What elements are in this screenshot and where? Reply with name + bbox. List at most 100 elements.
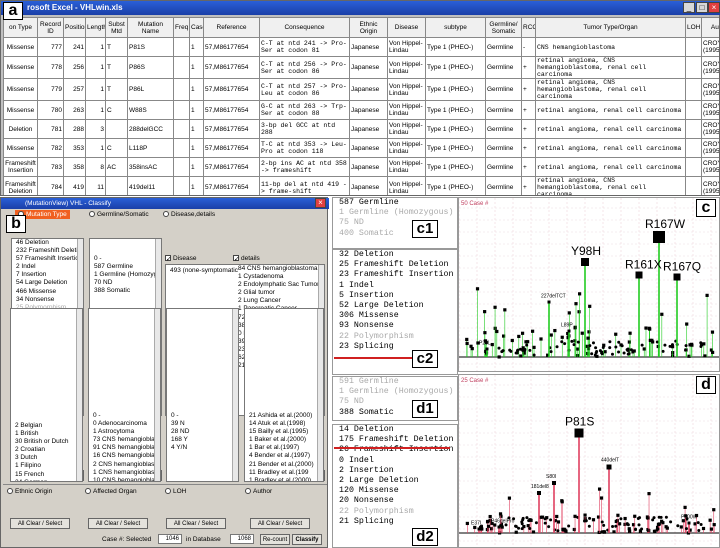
list-item[interactable]: 3 Dutch: [13, 454, 82, 462]
table-cell[interactable]: 2-bp ins AC at ntd 358 -> frameshift: [259, 157, 350, 177]
list-c1[interactable]: 587 Germline 1 Germline (Homozygous) 75 ND…: [332, 197, 458, 249]
table-cell[interactable]: CROYHLJ (1995): [701, 100, 719, 120]
table-cell[interactable]: Germline: [485, 37, 522, 57]
list-item[interactable]: 0 -: [92, 255, 161, 263]
table-cell[interactable]: CROYHLJ (1995): [701, 119, 719, 139]
list-item[interactable]: 120 Missense: [336, 486, 457, 496]
table-cell[interactable]: G-C at ntd 263 -> Trp-Ser at codon 88: [259, 100, 350, 120]
column-header[interactable]: Freq: [173, 17, 190, 38]
column-header[interactable]: LOH: [685, 17, 702, 38]
list-item[interactable]: 7 Insertion: [14, 271, 83, 279]
table-cell[interactable]: 419: [63, 176, 86, 195]
excel-titlebar[interactable]: rosoft Excel - VHLwin.xls: [1, 1, 720, 15]
list-item[interactable]: 54 Large Deletion: [14, 279, 83, 287]
table-cell[interactable]: [685, 78, 702, 101]
table-cell[interactable]: [173, 100, 190, 120]
list-item[interactable]: 2 Croatian: [13, 446, 82, 454]
table-cell[interactable]: [173, 119, 190, 139]
table-cell[interactable]: Japanese: [349, 119, 388, 139]
tab-author[interactable]: Author: [245, 487, 272, 496]
table-cell[interactable]: [173, 78, 190, 101]
list-item[interactable]: 1 Cystadenoma: [236, 273, 322, 281]
column-header[interactable]: Length: [85, 17, 106, 38]
list-item[interactable]: 14 Atuk et al.(1998): [247, 420, 323, 428]
list-item[interactable]: 73 CNS hemangioblast: [91, 436, 160, 444]
table-cell[interactable]: +: [521, 100, 536, 120]
table-cell[interactable]: 1: [85, 78, 106, 101]
table-cell[interactable]: CNS hemangioblastoma: [535, 37, 686, 57]
table-cell[interactable]: CROYHLJ (1995): [701, 56, 719, 79]
table-cell[interactable]: Type 1 (PHEO-): [425, 56, 486, 79]
table-cell[interactable]: 358insAC: [127, 157, 174, 177]
list-item[interactable]: 175 Frameshift Deletion: [336, 435, 457, 445]
list-item[interactable]: 232 Frameshift Deletion: [14, 247, 83, 255]
table-cell[interactable]: 358: [63, 157, 86, 177]
table-cell[interactable]: 57,M86177654: [203, 157, 260, 177]
table-row[interactable]: Deletion 781 288 3 288delGCC 1 57,M86177654 3-b…: [3, 119, 719, 139]
list-item[interactable]: 30 British or Dutch: [13, 438, 82, 446]
recount-button[interactable]: Re-count: [260, 534, 290, 545]
list-d2[interactable]: 14 Deletion 175 Frameshift Deletion 26 Fra…: [332, 424, 458, 548]
list-item[interactable]: 21 Bender et al.(2000): [247, 461, 323, 469]
clear-select-ethnic[interactable]: All Clear / Select: [10, 518, 70, 529]
classify-titlebar[interactable]: (MutationView) VHL - Classify: [1, 198, 329, 209]
table-cell[interactable]: retinal angioma, renal cell carcinoma: [535, 138, 686, 158]
table-cell[interactable]: +: [521, 138, 536, 158]
table-cell[interactable]: C: [105, 138, 128, 158]
table-cell[interactable]: Japanese: [349, 78, 388, 101]
list-item[interactable]: 70 ND: [92, 279, 161, 287]
table-cell[interactable]: P81S: [127, 37, 174, 57]
table-cell[interactable]: CROYHLJ (1995): [701, 138, 719, 158]
table-cell[interactable]: Missense: [3, 78, 38, 101]
table-cell[interactable]: CROYHLJ (1995): [701, 176, 719, 195]
list-item[interactable]: 23 Splicing: [336, 342, 457, 352]
list-item[interactable]: 20 Nonsense: [336, 496, 457, 506]
list-item[interactable]: 1 Germline (Homozygous): [92, 271, 161, 279]
table-cell[interactable]: [685, 138, 702, 158]
table-cell[interactable]: AC: [105, 157, 128, 177]
column-header[interactable]: Subst Mtd: [105, 17, 128, 38]
table-cell[interactable]: T-C at ntd 353 -> Leu-Pro at codon 118: [259, 138, 350, 158]
classify-button[interactable]: Classify: [292, 534, 322, 545]
column-header[interactable]: Position: [63, 17, 86, 38]
table-cell[interactable]: Missense: [3, 100, 38, 120]
scrollbar[interactable]: [154, 309, 160, 481]
list-item[interactable]: 1 Bar et al.(1997): [247, 444, 323, 452]
list-item[interactable]: 21 Ashida et al.(2000): [247, 412, 323, 420]
table-cell[interactable]: Japanese: [349, 100, 388, 120]
table-cell[interactable]: retinal angioma, CNS hemangioblastoma, r…: [535, 176, 686, 195]
table-cell[interactable]: 1: [85, 56, 106, 79]
list-item[interactable]: 400 Somatic: [336, 229, 457, 239]
table-cell[interactable]: CROYHLJ (1995): [701, 157, 719, 177]
list-item[interactable]: 84 CNS hemangioblastoma: [236, 265, 322, 273]
table-cell[interactable]: Von Hippel-Lindau: [387, 37, 426, 57]
tab-affected-organ[interactable]: Affected Organ: [85, 487, 137, 496]
list-item[interactable]: 388 Somatic: [336, 408, 457, 418]
list-item[interactable]: 0 -: [169, 412, 238, 420]
table-cell[interactable]: retinal angioma, renal cell carcinoma: [535, 119, 686, 139]
table-cell[interactable]: Type 1 (PHEO-): [425, 157, 486, 177]
table-cell[interactable]: 777: [37, 37, 64, 57]
list-item[interactable]: 0 -: [91, 412, 160, 420]
column-header[interactable]: Ethnic Origin: [349, 17, 388, 38]
list-item[interactable]: 168 Y: [169, 436, 238, 444]
table-cell[interactable]: 1: [85, 100, 106, 120]
table-cell[interactable]: 1: [189, 100, 204, 120]
table-cell[interactable]: retinal angioma, renal cell carcinoma: [535, 100, 686, 120]
table-cell[interactable]: Japanese: [349, 37, 388, 57]
table-cell[interactable]: Von Hippel-Lindau: [387, 157, 426, 177]
table-cell[interactable]: Missense: [3, 138, 38, 158]
list-item[interactable]: 14 Deletion: [336, 425, 457, 435]
table-cell[interactable]: 1: [189, 176, 204, 195]
list-item[interactable]: 2 Lung Cancer: [236, 297, 322, 305]
list-item[interactable]: 1 Germline (Homozygous): [336, 208, 457, 218]
table-cell[interactable]: Germline: [485, 176, 522, 195]
classify-close-icon[interactable]: ×: [315, 198, 326, 208]
list-affected-organ[interactable]: 0 -0 Adenocarcinoma 1 Astrocytoma 73 CNS h…: [88, 308, 161, 482]
table-cell[interactable]: T: [105, 37, 128, 57]
list-item[interactable]: 388 Somatic: [92, 287, 161, 295]
list-item[interactable]: 591 Germline: [336, 377, 457, 387]
table-cell[interactable]: 57,M86177654: [203, 176, 260, 195]
maximize-icon[interactable]: □: [696, 2, 708, 13]
list-item[interactable]: 2 CNS hemangioblast: [91, 461, 160, 469]
